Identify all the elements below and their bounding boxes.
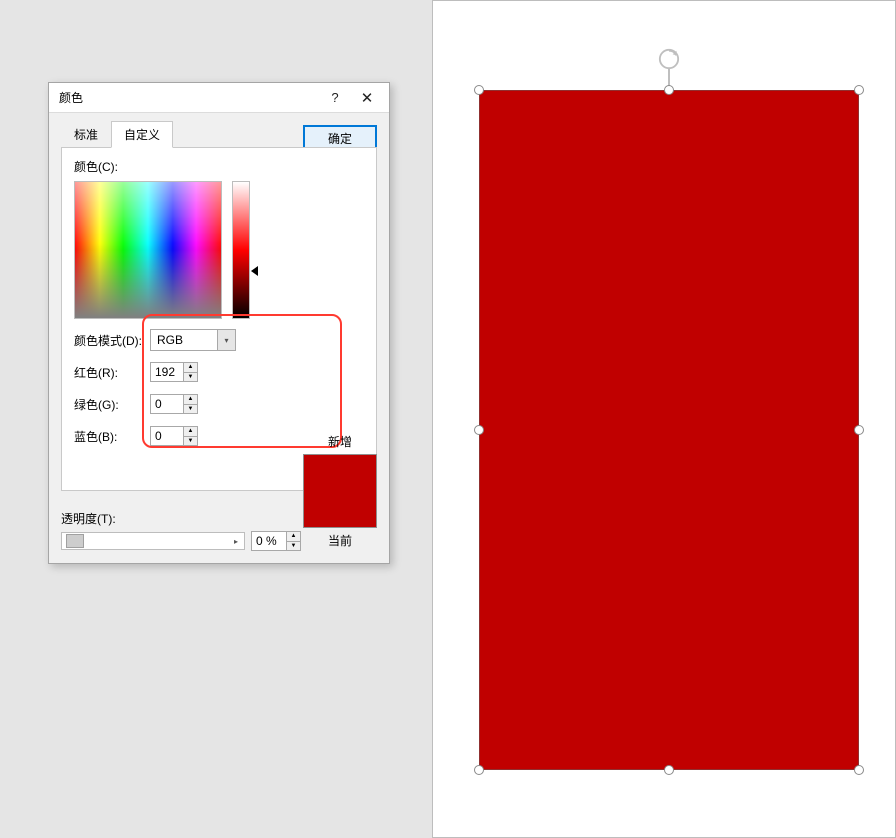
green-value: 0 xyxy=(155,397,162,411)
blue-value: 0 xyxy=(155,429,162,443)
trans-spin-up[interactable]: ▲ xyxy=(286,532,300,542)
red-spin-down[interactable]: ▼ xyxy=(183,373,197,382)
green-spin-down[interactable]: ▼ xyxy=(183,405,197,414)
color-preview: 新增 当前 xyxy=(303,433,377,549)
dialog-title-bar[interactable]: 颜色 ? ✕ xyxy=(49,83,389,113)
resize-handle-se[interactable] xyxy=(854,765,864,775)
resize-handle-sw[interactable] xyxy=(474,765,484,775)
resize-handle-s[interactable] xyxy=(664,765,674,775)
new-label: 新增 xyxy=(303,433,377,450)
transparency-value: 0 % xyxy=(256,534,277,548)
transparency-value-box[interactable]: 0 % ▲▼ xyxy=(251,531,301,551)
dialog-title: 颜色 xyxy=(59,89,319,106)
selected-rectangle-shape[interactable] xyxy=(479,90,859,770)
green-spinner[interactable]: 0 ▲▼ xyxy=(150,394,198,414)
luminance-arrow-icon[interactable] xyxy=(251,266,258,276)
luminance-strip[interactable] xyxy=(232,181,250,319)
resize-handle-n[interactable] xyxy=(664,85,674,95)
green-label: 绿色(G): xyxy=(74,396,150,413)
red-label: 红色(R): xyxy=(74,364,150,381)
transparency-slider[interactable]: ◂ ▸ xyxy=(61,532,245,550)
rotate-stem xyxy=(668,68,670,86)
preview-swatch xyxy=(303,454,377,528)
tab-standard[interactable]: 标准 xyxy=(61,121,111,148)
color-spectrum-picker[interactable] xyxy=(74,181,222,319)
color-dialog: 颜色 ? ✕ 确定 取消 标准 自定义 颜色(C): 颜色模式(D): RGB … xyxy=(48,82,390,564)
dropdown-button[interactable]: ▾ xyxy=(217,330,235,350)
current-label: 当前 xyxy=(303,532,377,549)
red-spinner[interactable]: 192 ▲▼ xyxy=(150,362,198,382)
transparency-label: 透明度(T): xyxy=(61,510,301,527)
resize-handle-ne[interactable] xyxy=(854,85,864,95)
colors-label: 颜色(C): xyxy=(74,158,364,175)
chevron-down-icon: ▾ xyxy=(224,336,228,345)
resize-handle-w[interactable] xyxy=(474,425,484,435)
close-button[interactable]: ✕ xyxy=(351,84,383,112)
tab-custom[interactable]: 自定义 xyxy=(111,121,173,148)
blue-spinner[interactable]: 0 ▲▼ xyxy=(150,426,198,446)
red-value: 192 xyxy=(155,365,175,379)
transparency-section: 透明度(T): ◂ ▸ 0 % ▲▼ xyxy=(61,510,301,551)
blue-spin-down[interactable]: ▼ xyxy=(183,437,197,446)
rotate-handle-icon[interactable] xyxy=(658,48,680,70)
blue-spin-up[interactable]: ▲ xyxy=(183,427,197,437)
resize-handle-e[interactable] xyxy=(854,425,864,435)
blue-label: 蓝色(B): xyxy=(74,428,150,445)
color-mode-value: RGB xyxy=(157,333,183,347)
slider-thumb[interactable] xyxy=(66,534,84,548)
resize-handle-nw[interactable] xyxy=(474,85,484,95)
color-mode-label: 颜色模式(D): xyxy=(74,332,150,349)
help-button[interactable]: ? xyxy=(319,84,351,112)
green-spin-up[interactable]: ▲ xyxy=(183,395,197,405)
color-mode-dropdown[interactable]: RGB ▾ xyxy=(150,329,236,351)
trans-spin-down[interactable]: ▼ xyxy=(286,542,300,551)
red-spin-up[interactable]: ▲ xyxy=(183,363,197,373)
slider-right-icon: ▸ xyxy=(234,537,238,546)
